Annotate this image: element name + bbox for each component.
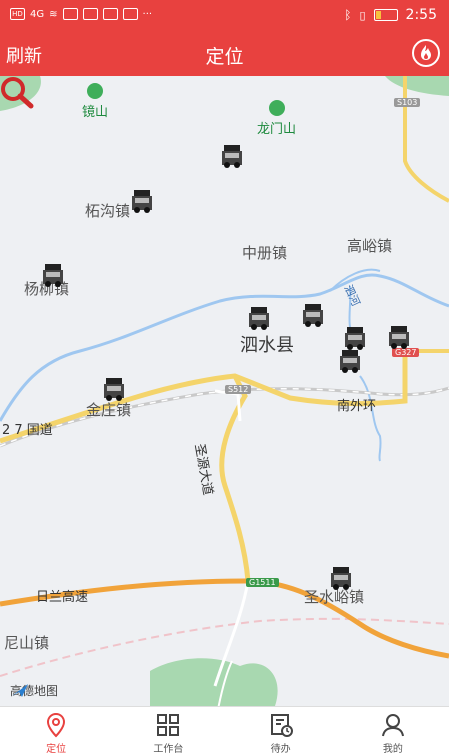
vehicle-marker[interactable]	[42, 262, 64, 288]
status-left: HD 4G ≋ ···	[10, 8, 152, 20]
vehicle-marker[interactable]	[131, 188, 153, 214]
place-nishan: 尼山镇	[4, 634, 50, 652]
user-icon	[381, 714, 404, 737]
hd-icon: HD	[10, 8, 25, 20]
amap-watermark: 高德地图	[10, 684, 59, 698]
road-guodao: 2 7 国道	[2, 423, 53, 438]
vibrate-icon: ▯	[359, 8, 366, 22]
place-nanwaihuan: 南外环	[337, 399, 377, 414]
road-shield-g1511: G1511	[246, 578, 279, 587]
grid-icon	[157, 714, 180, 736]
vehicle-marker[interactable]	[221, 143, 243, 169]
road-shield-s103: S103	[394, 98, 421, 107]
tab-location[interactable]: 定位	[0, 707, 112, 755]
mountain-icon	[87, 83, 103, 99]
green-area-bottom	[150, 658, 278, 706]
status-bar: HD 4G ≋ ··· ᛒ ▯ 2:55	[0, 0, 449, 32]
place-zhegou: 柘沟镇	[85, 202, 131, 220]
message-icon	[102, 8, 118, 20]
notification-icon	[62, 8, 78, 20]
vehicle-marker[interactable]	[388, 324, 410, 350]
chat-icon	[122, 8, 138, 20]
search-icon[interactable]	[0, 76, 34, 110]
battery-icon	[373, 9, 398, 21]
map-view[interactable]: 镜山 龙门山 柘沟镇 中册镇 高峪镇 杨柳镇 金庄镇 南外环 圣水峪镇 尼山镇 …	[0, 76, 449, 706]
place-jinzhuang: 金庄镇	[86, 401, 132, 419]
vehicle-marker[interactable]	[103, 376, 125, 402]
place-zhongce: 中册镇	[242, 244, 288, 262]
vehicle-marker[interactable]	[330, 565, 352, 591]
bluetooth-icon: ᛒ	[344, 8, 352, 22]
poi-longmenshan[interactable]: 龙门山	[257, 100, 296, 137]
more-notifications: ···	[142, 8, 153, 20]
green-area-top-right	[385, 76, 449, 96]
wifi-icon: ≋	[49, 8, 58, 20]
tab-workbench[interactable]: 工作台	[112, 707, 224, 755]
status-right: ᛒ ▯ 2:55	[344, 7, 437, 23]
tab-mine[interactable]: 我的	[337, 707, 449, 755]
fire-icon	[421, 45, 431, 60]
poi-jingshan[interactable]: 镜山	[82, 83, 108, 120]
place-gaoyu: 高峪镇	[347, 237, 393, 255]
vehicle-marker[interactable]	[339, 348, 361, 374]
vehicle-marker[interactable]	[248, 305, 270, 331]
page-title: 定位	[205, 46, 244, 68]
app-icon	[82, 8, 98, 20]
header-bar: 刷新 定位	[0, 32, 449, 76]
tab-todo[interactable]: 待办	[225, 707, 337, 755]
mountain-icon	[268, 100, 285, 116]
amap-logo-icon	[12, 684, 28, 697]
todo-icon	[270, 714, 293, 737]
fire-icon-button[interactable]	[412, 39, 440, 67]
bottom-tab-bar: 定位 工作台 待办 我的	[0, 706, 449, 755]
signal-label: 4G	[30, 8, 45, 20]
county-sishui: 泗水县	[240, 335, 294, 356]
road-shield-s512: S512	[225, 385, 252, 394]
road-rilan: 日兰高速	[36, 590, 89, 605]
location-icon	[47, 712, 66, 738]
status-time: 2:55	[405, 7, 437, 23]
vehicle-marker[interactable]	[302, 302, 324, 328]
